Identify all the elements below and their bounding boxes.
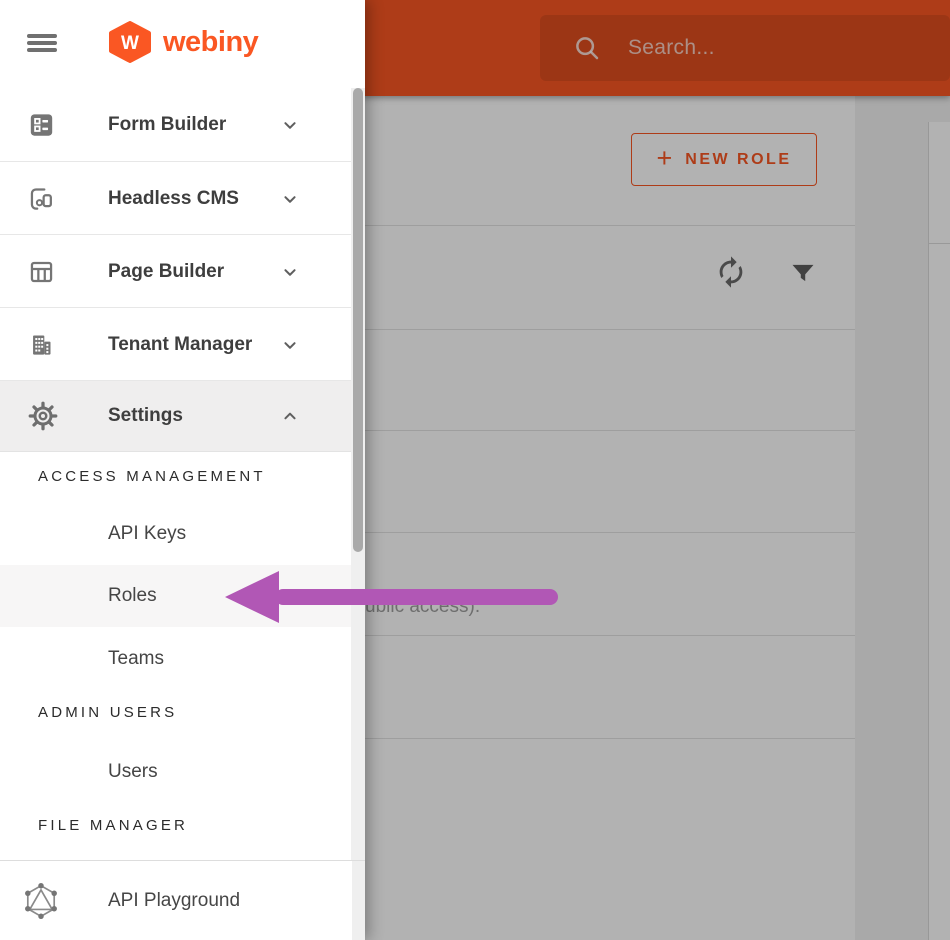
- sidebar-item-label: Page Builder: [108, 260, 225, 282]
- sidebar-item-label: API Playground: [108, 889, 241, 911]
- drawer-scrollbar-thumb[interactable]: [353, 88, 363, 552]
- webiny-logo-icon[interactable]: W: [107, 21, 153, 63]
- tenant-manager-icon: [33, 334, 51, 355]
- sidebar-item-form-builder[interactable]: Form Builder: [0, 88, 352, 161]
- sidebar-item-api-keys[interactable]: API Keys: [0, 503, 352, 565]
- section-header-access-management: ACCESS MANAGEMENT: [38, 468, 266, 485]
- sidebar-item-headless-cms[interactable]: Headless CMS: [0, 161, 352, 235]
- sidebar-item-label: Tenant Manager: [108, 333, 253, 355]
- chevron-down-icon: [284, 121, 296, 129]
- sidebar-item-api-playground[interactable]: API Playground: [0, 861, 352, 940]
- drawer-header: W webiny: [0, 0, 365, 89]
- navigation-drawer: W webiny Form Builder Headless CMS Page …: [0, 0, 365, 940]
- sidebar-item-label: Form Builder: [108, 113, 227, 135]
- chevron-down-icon: [284, 195, 296, 203]
- hamburger-menu-icon[interactable]: [27, 34, 57, 55]
- section-header-file-manager: FILE MANAGER: [38, 816, 189, 834]
- sidebar-item-users[interactable]: Users: [0, 738, 352, 806]
- drawer-scrollbar-track: [351, 88, 365, 940]
- sidebar-item-roles[interactable]: Roles: [0, 565, 352, 627]
- chevron-down-icon: [284, 268, 296, 276]
- screen: + NEW ROLE ublic access). Search... W we…: [0, 0, 950, 940]
- page-builder-icon: [30, 261, 53, 282]
- form-builder-icon: [30, 113, 53, 136]
- sidebar-item-label: Headless CMS: [108, 187, 239, 209]
- sidebar-item-teams[interactable]: Teams: [0, 627, 352, 691]
- settings-gear-icon: [28, 401, 58, 431]
- sidebar-item-page-builder[interactable]: Page Builder: [0, 234, 352, 308]
- sidebar-item-tenant-manager[interactable]: Tenant Manager: [0, 307, 352, 381]
- logo-letter: W: [121, 33, 139, 54]
- sidebar-item-settings[interactable]: Settings: [0, 380, 352, 452]
- headless-cms-icon: [30, 187, 52, 210]
- chevron-up-icon: [284, 412, 296, 420]
- graphql-icon: [25, 882, 57, 919]
- sidebar-item-label: Settings: [108, 405, 183, 426]
- webiny-wordmark: webiny: [163, 26, 259, 58]
- chevron-down-icon: [284, 341, 296, 349]
- section-header-admin-users: ADMIN USERS: [38, 703, 178, 721]
